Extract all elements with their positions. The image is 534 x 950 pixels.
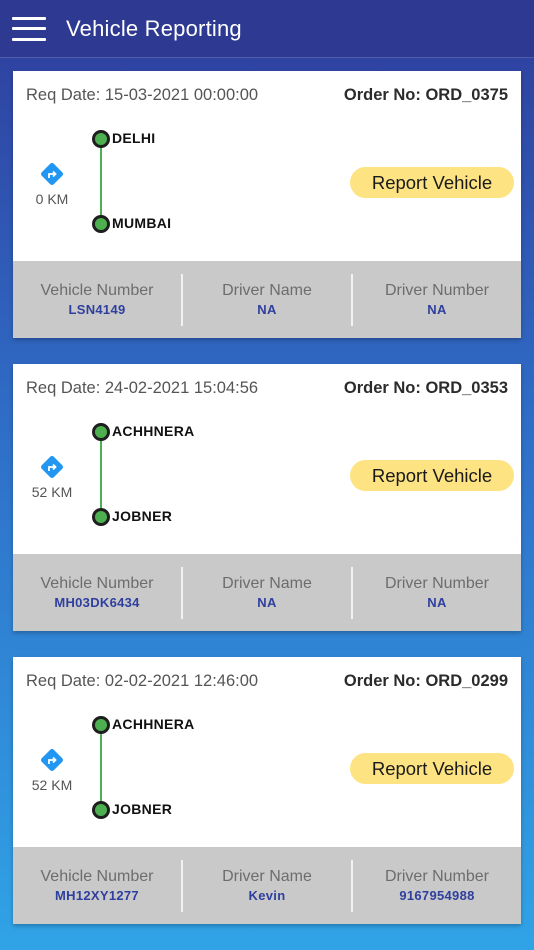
vehicle-number-label: Vehicle Number bbox=[40, 282, 154, 299]
driver-name-label: Driver Name bbox=[222, 575, 312, 592]
vehicle-number-column: Vehicle Number LSN4149 bbox=[13, 274, 181, 326]
request-date: Req Date: 15-03-2021 00:00:00 bbox=[26, 86, 259, 104]
destination-city: MUMBAI bbox=[112, 215, 172, 231]
order-card-header: Req Date: 24-02-2021 15:04:56 Order No: … bbox=[13, 364, 521, 554]
order-card[interactable]: Req Date: 24-02-2021 15:04:56 Order No: … bbox=[13, 364, 521, 631]
origin-city: ACHHNERA bbox=[112, 716, 195, 732]
vehicle-number-value: MH12XY1277 bbox=[55, 888, 139, 903]
driver-name-value: NA bbox=[257, 302, 277, 317]
page-title: Vehicle Reporting bbox=[66, 15, 242, 41]
turn-right-direction-icon bbox=[39, 161, 65, 187]
report-vehicle-button[interactable]: Report Vehicle bbox=[350, 460, 514, 491]
route-line bbox=[100, 439, 102, 517]
distance-value: 52 KM bbox=[31, 777, 73, 793]
driver-name-value: Kevin bbox=[248, 888, 286, 903]
driver-name-column: Driver Name Kevin bbox=[181, 859, 351, 912]
driver-number-value: 9167954988 bbox=[399, 888, 475, 903]
driver-number-value: NA bbox=[427, 302, 447, 317]
distance-indicator: 52 KM bbox=[31, 747, 73, 793]
destination-city: JOBNER bbox=[112, 508, 173, 524]
origin-dot bbox=[92, 423, 110, 441]
destination-dot bbox=[92, 801, 110, 819]
hamburger-menu-icon[interactable] bbox=[12, 16, 46, 41]
origin-dot bbox=[92, 716, 110, 734]
order-card-header: Req Date: 15-03-2021 00:00:00 Order No: … bbox=[13, 71, 521, 261]
driver-name-value: NA bbox=[257, 595, 277, 610]
origin-dot bbox=[92, 130, 110, 148]
report-vehicle-button[interactable]: Report Vehicle bbox=[350, 753, 514, 784]
driver-number-label: Driver Number bbox=[384, 575, 489, 592]
vehicle-number-label: Vehicle Number bbox=[40, 868, 154, 885]
driver-name-column: Driver Name NA bbox=[181, 566, 351, 619]
report-vehicle-button[interactable]: Report Vehicle bbox=[350, 167, 514, 198]
driver-number-column: Driver Number NA bbox=[351, 273, 521, 326]
order-details-bar: Vehicle Number MH12XY1277 Driver Name Ke… bbox=[13, 847, 521, 924]
order-details-bar: Vehicle Number LSN4149 Driver Name NA Dr… bbox=[13, 261, 521, 338]
destination-dot bbox=[92, 508, 110, 526]
order-number: Order No: ORD_0375 bbox=[343, 86, 508, 104]
route-line bbox=[100, 732, 102, 810]
driver-name-column: Driver Name NA bbox=[181, 273, 351, 326]
order-card-header: Req Date: 02-02-2021 12:46:00 Order No: … bbox=[13, 657, 521, 847]
vehicle-number-value: MH03DK6434 bbox=[54, 595, 140, 610]
origin-city: ACHHNERA bbox=[112, 423, 195, 439]
vehicle-number-column: Vehicle Number MH03DK6434 bbox=[13, 567, 181, 619]
distance-value: 0 KM bbox=[35, 191, 69, 207]
order-number: Order No: ORD_0353 bbox=[343, 379, 508, 397]
app-bar: Vehicle Reporting bbox=[0, 0, 534, 58]
request-date: Req Date: 02-02-2021 12:46:00 bbox=[26, 672, 259, 690]
distance-indicator: 0 KM bbox=[31, 161, 73, 207]
origin-city: DELHI bbox=[112, 130, 156, 146]
driver-number-column: Driver Number 9167954988 bbox=[351, 859, 521, 912]
vehicle-number-value: LSN4149 bbox=[68, 302, 126, 317]
route-line bbox=[100, 146, 102, 224]
vehicle-number-label: Vehicle Number bbox=[40, 575, 154, 592]
driver-number-column: Driver Number NA bbox=[351, 566, 521, 619]
distance-indicator: 52 KM bbox=[31, 454, 73, 500]
turn-right-direction-icon bbox=[39, 454, 65, 480]
vehicle-number-column: Vehicle Number MH12XY1277 bbox=[13, 860, 181, 912]
order-number: Order No: ORD_0299 bbox=[343, 672, 508, 690]
driver-number-value: NA bbox=[427, 595, 447, 610]
driver-name-label: Driver Name bbox=[222, 868, 312, 885]
driver-name-label: Driver Name bbox=[222, 282, 312, 299]
order-card[interactable]: Req Date: 02-02-2021 12:46:00 Order No: … bbox=[13, 657, 521, 924]
distance-value: 52 KM bbox=[31, 484, 73, 500]
destination-city: JOBNER bbox=[112, 801, 173, 817]
destination-dot bbox=[92, 215, 110, 233]
request-date: Req Date: 24-02-2021 15:04:56 bbox=[26, 379, 259, 397]
order-details-bar: Vehicle Number MH03DK6434 Driver Name NA… bbox=[13, 554, 521, 631]
turn-right-direction-icon bbox=[39, 747, 65, 773]
driver-number-label: Driver Number bbox=[384, 282, 489, 299]
driver-number-label: Driver Number bbox=[384, 868, 489, 885]
order-card[interactable]: Req Date: 15-03-2021 00:00:00 Order No: … bbox=[13, 71, 521, 338]
